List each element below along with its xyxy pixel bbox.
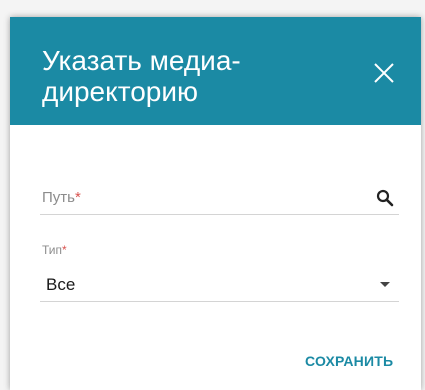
search-icon[interactable] [376, 189, 394, 207]
media-directory-dialog: Указать медиа-директорию Путь* Тип* Все … [10, 17, 421, 390]
caret-down-icon [380, 282, 390, 287]
dialog-header: Указать медиа-директорию [10, 17, 421, 125]
path-input[interactable]: Путь* [40, 177, 399, 215]
close-icon[interactable] [372, 61, 396, 85]
path-label: Путь* [42, 189, 81, 206]
type-select[interactable]: Все [40, 265, 399, 302]
save-button[interactable]: СОХРАНИТЬ [305, 353, 393, 369]
dialog-title: Указать медиа-директорию [42, 45, 241, 107]
required-mark: * [74, 189, 81, 206]
required-mark: * [62, 243, 67, 257]
type-label: Тип* [42, 243, 67, 257]
type-value: Все [46, 275, 76, 294]
